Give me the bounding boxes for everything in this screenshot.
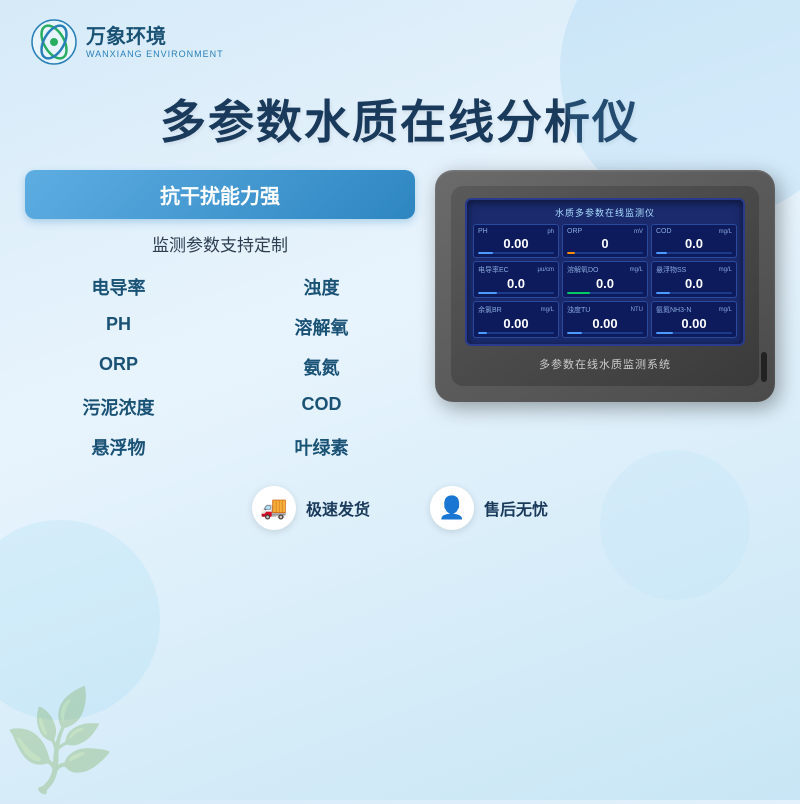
cell-unit-ss: mg/L [719, 267, 732, 273]
logo-area: 万象环境 WANXIANG ENVIRONMENT [30, 18, 224, 66]
cell-label-orp: ORP [567, 228, 582, 235]
screen-cell-br: 余氯BR mg/L 0.00 [473, 301, 559, 338]
feature-shipping: 🚚 极速发货 [252, 486, 370, 530]
device-cable [761, 352, 767, 382]
logo-text: 万象环境 WANXIANG ENVIRONMENT [86, 25, 224, 59]
cell-label-ph: PH [478, 228, 488, 235]
params-grid: 电导率 浊度 PH 溶解氧 ORP 氨氮 污泥浓度 COD 悬浮物 叶绿素 [25, 270, 415, 464]
cell-value-tu: 0.00 [567, 316, 643, 331]
screen-cell-cod: COD mg/L 0.0 [651, 224, 737, 258]
cell-label-cod: COD [656, 228, 672, 235]
device-label: 多参数在线水质监测系统 [465, 356, 745, 372]
cell-unit-ec: μu/cm [538, 267, 554, 273]
cell-value-orp: 0 [567, 236, 643, 251]
param-item: ORP [25, 350, 212, 384]
logo-english: WANXIANG ENVIRONMENT [86, 49, 224, 59]
param-item: 氨氮 [228, 350, 415, 384]
logo-icon [30, 18, 78, 66]
cell-label-br: 余氯BR [478, 305, 502, 315]
screen-cell-ss: 悬浮物SS mg/L 0.0 [651, 261, 737, 298]
cell-value-ss: 0.0 [656, 276, 732, 291]
screen-cell-tu: 浊度TU NTU 0.00 [562, 301, 648, 338]
device-inner: 水质多参数在线监测仪 PH ph 0.00 ORP [451, 186, 759, 386]
cell-value-nh3: 0.00 [656, 316, 732, 331]
feature-shipping-text: 极速发货 [306, 496, 370, 520]
cell-label-nh3: 氨氮NH3-N [656, 305, 691, 315]
screen-grid: PH ph 0.00 ORP mV 0 [473, 224, 737, 338]
highlight-badge: 抗干扰能力强 [25, 170, 415, 219]
cell-value-cod: 0.0 [656, 236, 732, 251]
screen-cell-nh3: 氨氮NH3-N mg/L 0.00 [651, 301, 737, 338]
param-item: COD [228, 390, 415, 424]
screen-cell-orp: ORP mV 0 [562, 224, 648, 258]
param-item: PH [25, 310, 212, 344]
cell-value-ph: 0.00 [478, 236, 554, 251]
cell-unit-do: mg/L [630, 267, 643, 273]
param-item: 电导率 [25, 270, 212, 304]
screen-cell-ph: PH ph 0.00 [473, 224, 559, 258]
param-item: 污泥浓度 [25, 390, 212, 424]
cell-value-br: 0.00 [478, 316, 554, 331]
device-screen: 水质多参数在线监测仪 PH ph 0.00 ORP [465, 198, 745, 346]
cell-unit-tu: NTU [631, 307, 643, 313]
cell-label-do: 溶解氧DO [567, 265, 599, 275]
feature-service-text: 售后无忧 [484, 496, 548, 520]
cell-unit-orp: mV [634, 229, 643, 235]
left-panel: 抗干扰能力强 监测参数支持定制 电导率 浊度 PH 溶解氧 ORP 氨氮 污泥浓… [25, 170, 415, 468]
cell-unit-nh3: mg/L [719, 307, 732, 313]
cell-unit-cod: mg/L [719, 229, 732, 235]
content-area: 抗干扰能力强 监测参数支持定制 电导率 浊度 PH 溶解氧 ORP 氨氮 污泥浓… [0, 170, 800, 468]
cell-unit-br: mg/L [541, 307, 554, 313]
param-item: 浊度 [228, 270, 415, 304]
feature-service: 👤 售后无忧 [430, 486, 548, 530]
logo-chinese: 万象环境 [86, 25, 224, 49]
param-item: 溶解氧 [228, 310, 415, 344]
screen-title: 水质多参数在线监测仪 [473, 206, 737, 219]
device-outer: 水质多参数在线监测仪 PH ph 0.00 ORP [435, 170, 775, 402]
param-item: 叶绿素 [228, 430, 415, 464]
cell-label-tu: 浊度TU [567, 305, 590, 315]
cell-value-ec: 0.0 [478, 276, 554, 291]
screen-cell-ec: 电导率EC μu/cm 0.0 [473, 261, 559, 298]
cell-unit-ph: ph [547, 229, 554, 235]
param-item: 悬浮物 [25, 430, 212, 464]
cell-label-ec: 电导率EC [478, 265, 509, 275]
cell-value-do: 0.0 [567, 276, 643, 291]
right-panel: 水质多参数在线监测仪 PH ph 0.00 ORP [435, 170, 775, 402]
subtitle-text: 监测参数支持定制 [25, 231, 415, 256]
cell-label-ss: 悬浮物SS [656, 265, 686, 275]
service-icon: 👤 [430, 486, 474, 530]
shipping-icon: 🚚 [252, 486, 296, 530]
screen-cell-do: 溶解氧DO mg/L 0.0 [562, 261, 648, 298]
